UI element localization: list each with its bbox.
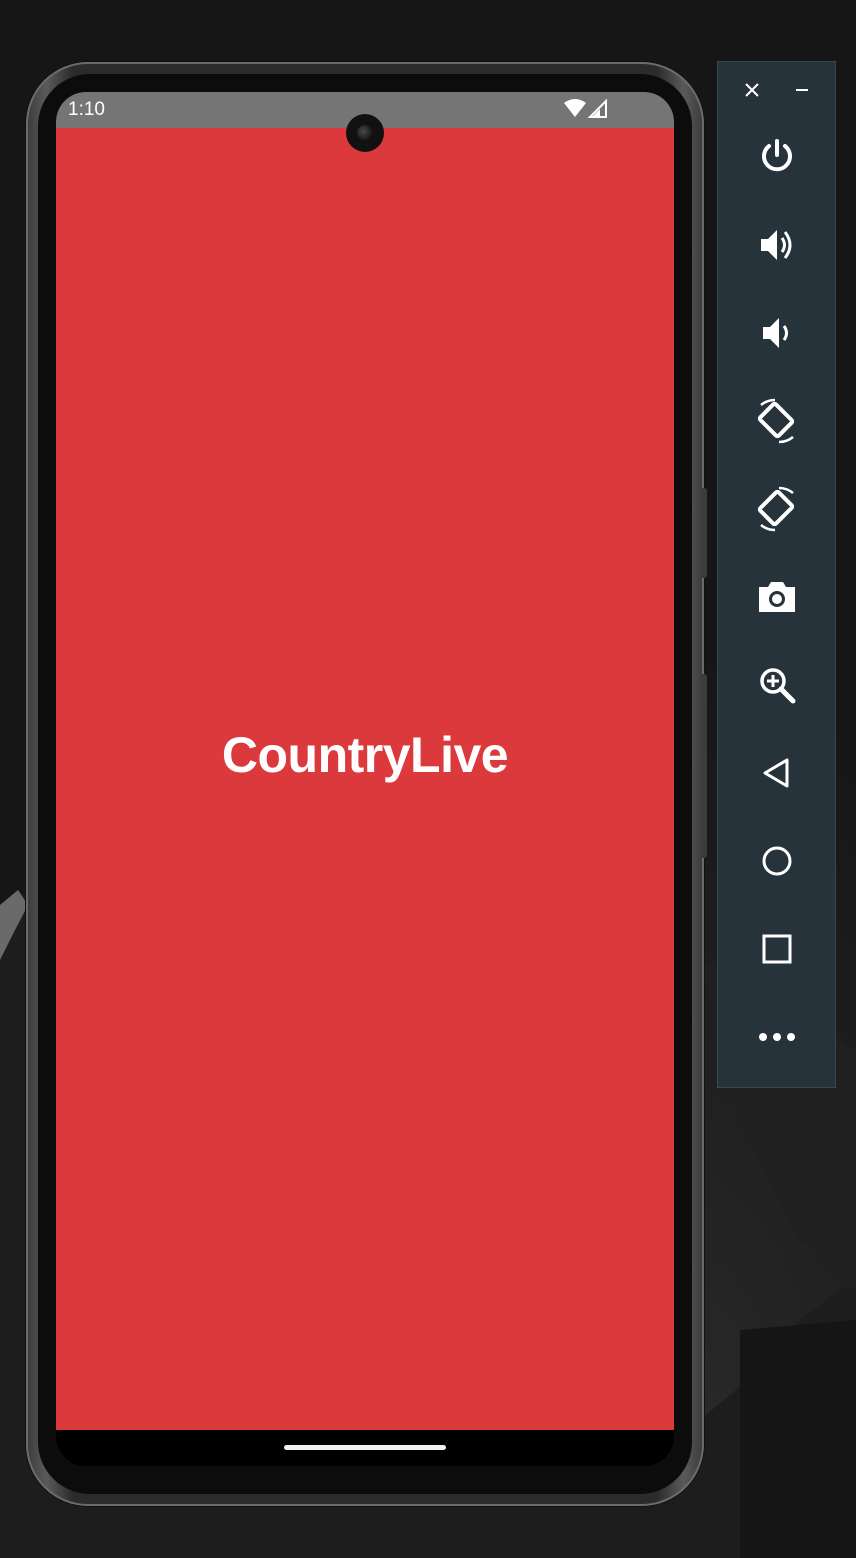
screenshot-button[interactable] [752,572,802,622]
status-icons [564,99,607,118]
rotate-left-button[interactable] [752,396,802,446]
home-button[interactable] [752,836,802,886]
zoom-icon [760,668,796,704]
more-icon [759,1033,795,1041]
rotate-right-icon [757,486,795,532]
camera-icon [759,582,795,612]
power-icon [762,139,792,172]
home-icon [762,846,792,876]
volume-down-icon [763,318,788,348]
volume-down-button[interactable] [752,308,802,358]
power-button[interactable] [752,132,802,182]
back-icon [763,758,789,788]
navigation-bar [56,1430,674,1466]
volume-up-button[interactable] [752,220,802,270]
wifi-icon [564,99,586,117]
zoom-button[interactable] [752,660,802,710]
close-icon[interactable] [740,78,764,102]
phone-screen: 1:10 CountryLive [56,92,674,1466]
volume-rocker [701,488,707,578]
volume-up-icon [761,230,792,260]
back-button[interactable] [752,748,802,798]
cellular-signal-icon [587,99,607,118]
status-time: 1:10 [68,99,105,120]
app-title: CountryLive [221,727,509,783]
overview-button[interactable] [752,924,802,974]
overview-icon [762,934,792,964]
rotate-right-button[interactable] [752,484,802,534]
emulator-toolbar [717,61,836,1088]
minimize-icon[interactable] [790,78,814,102]
desktop-background: 1:10 CountryLive [0,0,856,1558]
rotate-left-icon [757,398,795,444]
more-button[interactable] [752,1012,802,1062]
splash-screen: CountryLive [56,128,674,1430]
front-camera [346,114,384,152]
power-key [701,674,707,858]
home-indicator[interactable] [284,1445,446,1450]
